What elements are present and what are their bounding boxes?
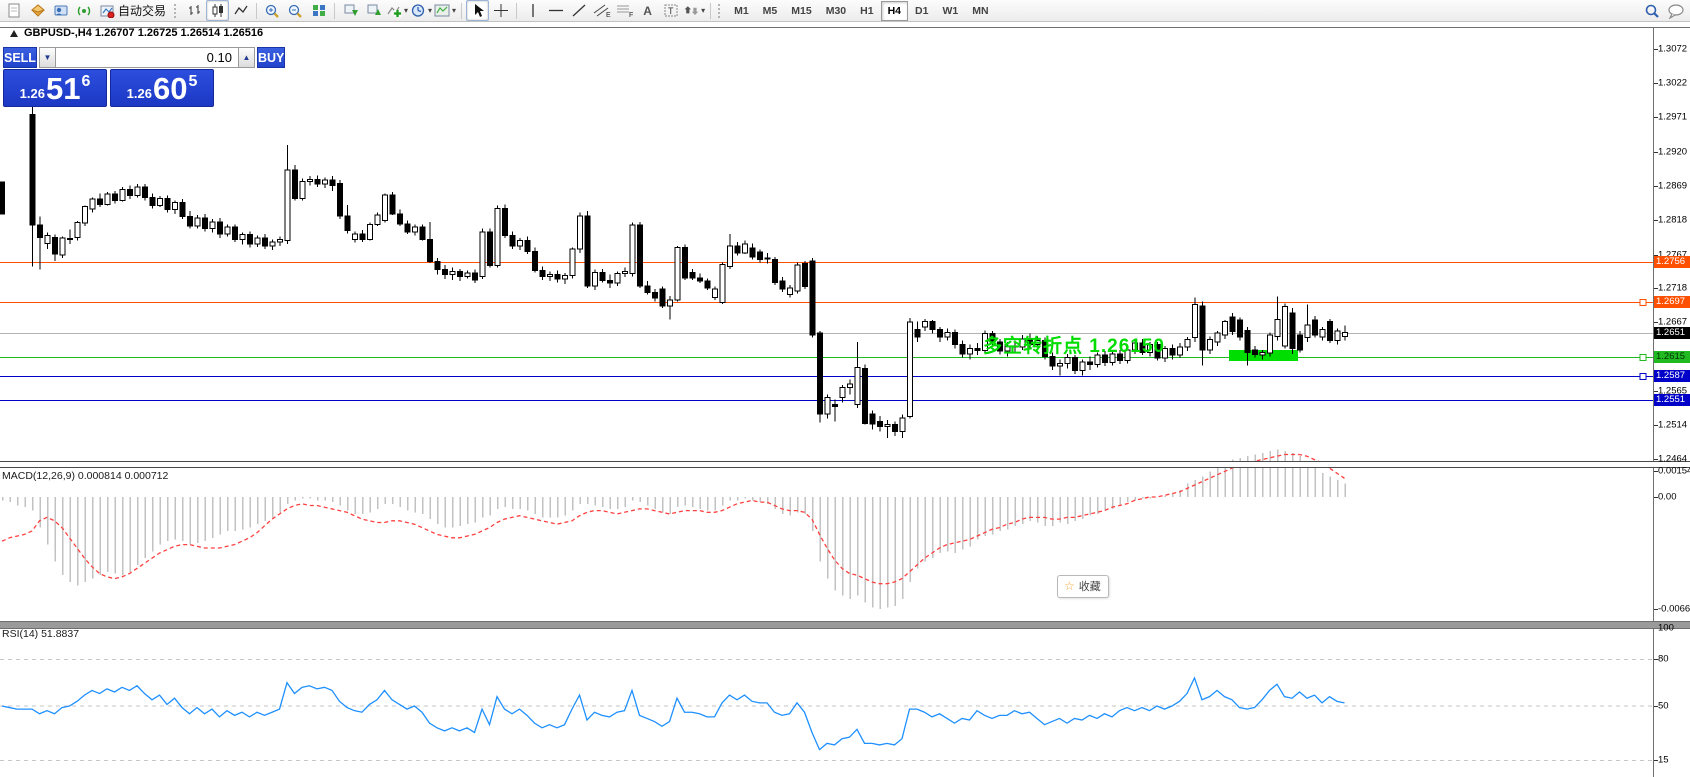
axis-tick-label: 1.2818 [1658, 215, 1687, 226]
favorite-label: 收藏 [1079, 578, 1101, 594]
axis-tick-label: 0.00154 [1658, 465, 1690, 476]
new-document-icon[interactable] [3, 0, 26, 21]
quote-header: GBPUSD-,H4 1.26707 1.26725 1.26514 1.265… [10, 27, 263, 39]
vertical-line-icon[interactable] [521, 0, 544, 21]
main-toolbar: 自动交易 ▾ ▾ ▾ E F A T ▾ M1M5M15M30H1H4D1W1M… [0, 0, 1690, 22]
sell-price-panel[interactable]: 1.26 51 6 [3, 69, 107, 107]
buy-price-prefix: 1.26 [127, 86, 152, 101]
buy-price-main: 60 [153, 75, 187, 103]
axis-tick-label: 1.2971 [1658, 112, 1687, 123]
axis-tick-label: 1.2869 [1658, 181, 1687, 192]
text-label-icon[interactable]: T [659, 0, 682, 21]
autotrading-button[interactable]: 自动交易 [95, 0, 171, 21]
community-icon[interactable] [49, 0, 72, 21]
candlesticks [0, 105, 1348, 438]
timeframe-w1[interactable]: W1 [935, 1, 965, 21]
signals-icon[interactable] [72, 0, 95, 21]
pane-splitter-macd[interactable] [0, 461, 1690, 468]
timeframe-d1[interactable]: D1 [908, 1, 935, 21]
quote-header-text: GBPUSD-,H4 1.26707 1.26725 1.26514 1.265… [24, 27, 263, 39]
chart-canvas[interactable] [0, 0, 1690, 777]
star-icon: ☆ [1064, 579, 1075, 593]
axis-tick-label: 1.3072 [1658, 44, 1687, 55]
volume-increase-button[interactable]: ▲ [238, 47, 255, 68]
timeframe-m5[interactable]: M5 [756, 1, 785, 21]
trendline-icon[interactable] [567, 0, 590, 21]
buy-price-pip: 5 [188, 73, 197, 91]
pivot-annotation-text: 多空转折点 1.26150 [983, 331, 1165, 358]
equidistant-channel-icon[interactable]: E [590, 0, 613, 21]
sell-button[interactable]: SELL [3, 47, 37, 68]
axis-tick-label: -0.0066 [1658, 604, 1690, 615]
pane-splitter-rsi[interactable] [0, 621, 1690, 629]
search-icon[interactable] [1641, 0, 1664, 21]
timeframe-m30[interactable]: M30 [819, 1, 853, 21]
timeframe-mn[interactable]: MN [965, 1, 995, 21]
timeframe-m15[interactable]: M15 [784, 1, 818, 21]
timeframe-buttons: M1M5M15M30H1H4D1W1MN [727, 1, 995, 21]
axis-tick-label: 80 [1658, 654, 1669, 665]
rsi-indicator-label: RSI(14) 51.8837 [2, 628, 79, 640]
timeframe-h1[interactable]: H1 [853, 1, 880, 21]
zoom-out-icon[interactable] [284, 0, 307, 21]
macd-histogram [3, 449, 1346, 609]
sell-price-pip: 6 [81, 73, 90, 91]
axis-tick-label: 1.2718 [1658, 282, 1687, 293]
axis-tick-label: 0.00 [1658, 492, 1677, 503]
axis-tick-label: 1.2464 [1658, 453, 1687, 464]
volume-decrease-button[interactable]: ▼ [39, 47, 56, 68]
sell-price-main: 51 [46, 75, 80, 103]
svg-text:T: T [668, 6, 674, 16]
axis-tick-label: 100 [1658, 623, 1674, 634]
sell-price-prefix: 1.26 [20, 86, 45, 101]
axis-tick-label: 1.2514 [1658, 420, 1687, 431]
price-level-label: 1.2697 [1654, 296, 1690, 308]
price-level-label: 1.2551 [1654, 394, 1690, 406]
arrange-a-icon[interactable] [339, 0, 362, 21]
mt4-terminal: 自动交易 ▾ ▾ ▾ E F A T ▾ M1M5M15M30H1H4D1W1M… [0, 0, 1690, 777]
axis-tick-label: 15 [1658, 755, 1669, 766]
tile-windows-icon[interactable] [307, 0, 330, 21]
axis-tick-label: 50 [1658, 701, 1669, 712]
rsi-gridlines [0, 659, 1653, 760]
price-level-label: 1.2756 [1654, 256, 1690, 268]
horizontal-level-lines[interactable] [0, 263, 1653, 401]
price-level-label: 1.2587 [1654, 370, 1690, 382]
price-level-label: 1.2615 [1654, 351, 1690, 363]
candle-chart-type-icon[interactable] [206, 0, 229, 21]
autotrading-label: 自动交易 [118, 2, 166, 19]
bar-chart-type-icon[interactable] [183, 0, 206, 21]
add-indicator-icon[interactable]: ▾ [385, 0, 409, 21]
one-click-trade-panel: SELL ▼ ▲ BUY 1.26 51 6 1.26 60 5 [3, 47, 214, 107]
cursor-icon[interactable] [466, 0, 489, 21]
horizontal-line-icon[interactable] [544, 0, 567, 21]
periods-icon[interactable]: ▾ [409, 0, 433, 21]
price-level-label: 1.2651 [1654, 327, 1690, 339]
rsi-line [2, 678, 1345, 750]
favorite-tooltip[interactable]: ☆ 收藏 [1057, 575, 1109, 598]
chat-icon[interactable] [1664, 0, 1687, 21]
arrange-b-icon[interactable] [362, 0, 385, 21]
volume-input[interactable] [56, 47, 238, 68]
macd-indicator-label: MACD(12,26,9) 0.000814 0.000712 [2, 470, 168, 482]
line-chart-type-icon[interactable] [229, 0, 252, 21]
crosshair-icon[interactable] [489, 0, 512, 21]
text-icon[interactable]: A [636, 0, 659, 21]
svg-text:E: E [606, 12, 611, 18]
symbol-icon [10, 30, 18, 37]
macd-signal-line [2, 455, 1345, 584]
axis-tick-label: 1.2920 [1658, 146, 1687, 157]
svg-text:F: F [629, 12, 633, 18]
templates-icon[interactable]: ▾ [433, 0, 457, 21]
arrow-tools-icon[interactable]: ▾ [682, 0, 706, 21]
gold-box-icon[interactable] [26, 0, 49, 21]
buy-price-panel[interactable]: 1.26 60 5 [110, 69, 214, 107]
buy-button[interactable]: BUY [257, 47, 285, 68]
zoom-in-icon[interactable] [261, 0, 284, 21]
fibonacci-icon[interactable]: F [613, 0, 636, 21]
axis-tick-label: 1.3022 [1658, 78, 1687, 89]
timeframe-h4[interactable]: H4 [881, 1, 908, 21]
timeframe-m1[interactable]: M1 [727, 1, 756, 21]
